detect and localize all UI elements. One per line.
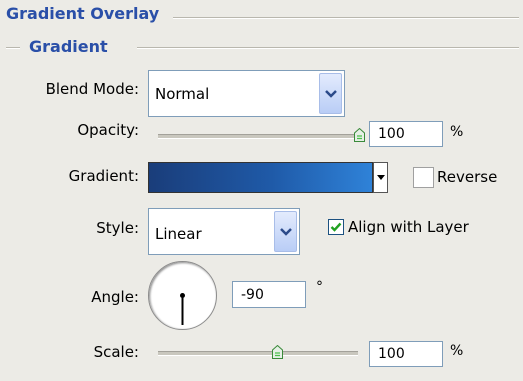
align-with-layer-label[interactable]: Align with Layer [348,218,469,236]
check-icon [330,222,342,232]
blend-mode-select[interactable]: Normal [148,70,345,117]
title-divider [173,17,519,19]
subtitle-divider-left [6,47,20,49]
chevron-down-icon [377,175,385,180]
opacity-label: Opacity: [77,121,139,139]
angle-dial[interactable] [148,261,217,330]
reverse-checkbox[interactable] [413,167,434,188]
panel-title: Gradient Overlay [6,4,160,23]
opacity-input[interactable]: 100 [369,121,443,147]
blend-mode-value: Normal [155,85,210,103]
style-value: Linear [155,225,202,243]
scale-input[interactable]: 100 [369,341,443,367]
panel-subtitle: Gradient [29,37,108,56]
gradient-swatch[interactable] [148,162,373,193]
style-select[interactable]: Linear [148,208,300,255]
gradient-dropdown[interactable] [373,162,388,193]
reverse-label[interactable]: Reverse [437,168,497,186]
align-with-layer-checkbox[interactable] [328,219,344,235]
opacity-slider-track[interactable] [158,134,358,139]
angle-label: Angle: [91,288,139,306]
scale-label: Scale: [93,343,139,361]
style-label: Style: [96,219,139,237]
scale-slider-track[interactable] [158,351,358,356]
angle-unit: ° [316,279,323,295]
scale-unit: % [450,343,464,359]
blend-mode-label: Blend Mode: [45,80,139,98]
slider-thumb-icon[interactable] [272,345,283,359]
gradient-label: Gradient: [68,167,139,185]
angle-indicator-icon [180,293,185,325]
subtitle-divider-right [137,47,519,49]
angle-input[interactable]: -90 [232,281,306,308]
slider-thumb-icon[interactable] [354,128,365,142]
chevron-down-icon[interactable] [319,73,342,114]
opacity-unit: % [450,124,464,140]
chevron-down-icon[interactable] [274,211,297,252]
